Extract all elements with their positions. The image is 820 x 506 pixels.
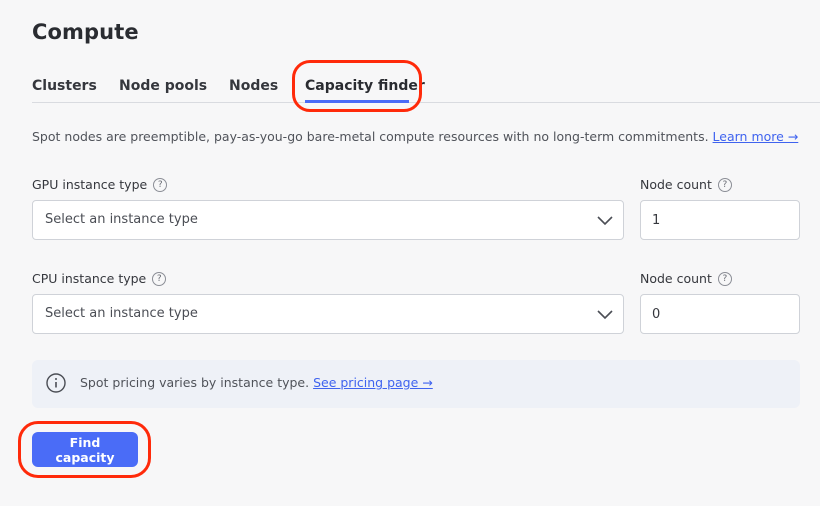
cpu-select-placeholder: Select an instance type (45, 306, 198, 321)
help-circle-icon[interactable]: ? (153, 177, 168, 192)
cpu-instance-type-select[interactable]: Select an instance type (32, 294, 624, 334)
chevron-down-icon (597, 310, 613, 320)
gpu-count-label-text: Node count (640, 177, 712, 192)
intro-text: Spot nodes are preemptible, pay-as-you-g… (32, 129, 798, 144)
tab-clusters[interactable]: Clusters (32, 78, 97, 94)
cpu-instance-type-label: CPU instance type ? (32, 271, 167, 286)
tab-capacity-finder[interactable]: Capacity finder (305, 78, 425, 94)
tab-nodes[interactable]: Nodes (229, 78, 278, 94)
gpu-node-count-label: Node count ? (640, 177, 732, 192)
learn-more-link[interactable]: Learn more → (713, 129, 799, 144)
cpu-count-label-text: Node count (640, 271, 712, 286)
tab-bar: Clusters Node pools Nodes Capacity finde… (32, 58, 820, 103)
gpu-node-count-input[interactable] (640, 200, 800, 240)
active-tab-indicator (305, 100, 409, 103)
see-pricing-link[interactable]: See pricing page → (313, 375, 433, 390)
pricing-info-message: Spot pricing varies by instance type. (80, 375, 310, 390)
gpu-label-text: GPU instance type (32, 177, 148, 192)
help-circle-icon[interactable]: ? (152, 271, 167, 286)
cpu-node-count-input[interactable] (640, 294, 800, 334)
gpu-instance-type-label: GPU instance type ? (32, 177, 168, 192)
tab-node-pools[interactable]: Node pools (119, 78, 207, 94)
page-title: Compute (32, 20, 139, 44)
gpu-instance-type-select[interactable]: Select an instance type (32, 200, 624, 240)
cpu-label-text: CPU instance type (32, 271, 147, 286)
cpu-node-count-label: Node count ? (640, 271, 732, 286)
chevron-down-icon (597, 216, 613, 226)
pricing-info-banner: Spot pricing varies by instance type. Se… (32, 360, 800, 408)
help-circle-icon[interactable]: ? (717, 271, 732, 286)
find-capacity-button[interactable]: Find capacity (32, 432, 138, 467)
pricing-info-text: Spot pricing varies by instance type. Se… (80, 375, 433, 390)
compute-page: Compute Clusters Node pools Nodes Capaci… (0, 0, 820, 506)
intro-description: Spot nodes are preemptible, pay-as-you-g… (32, 129, 709, 144)
help-circle-icon[interactable]: ? (717, 177, 732, 192)
info-circle-icon (46, 373, 66, 393)
gpu-select-placeholder: Select an instance type (45, 212, 198, 227)
